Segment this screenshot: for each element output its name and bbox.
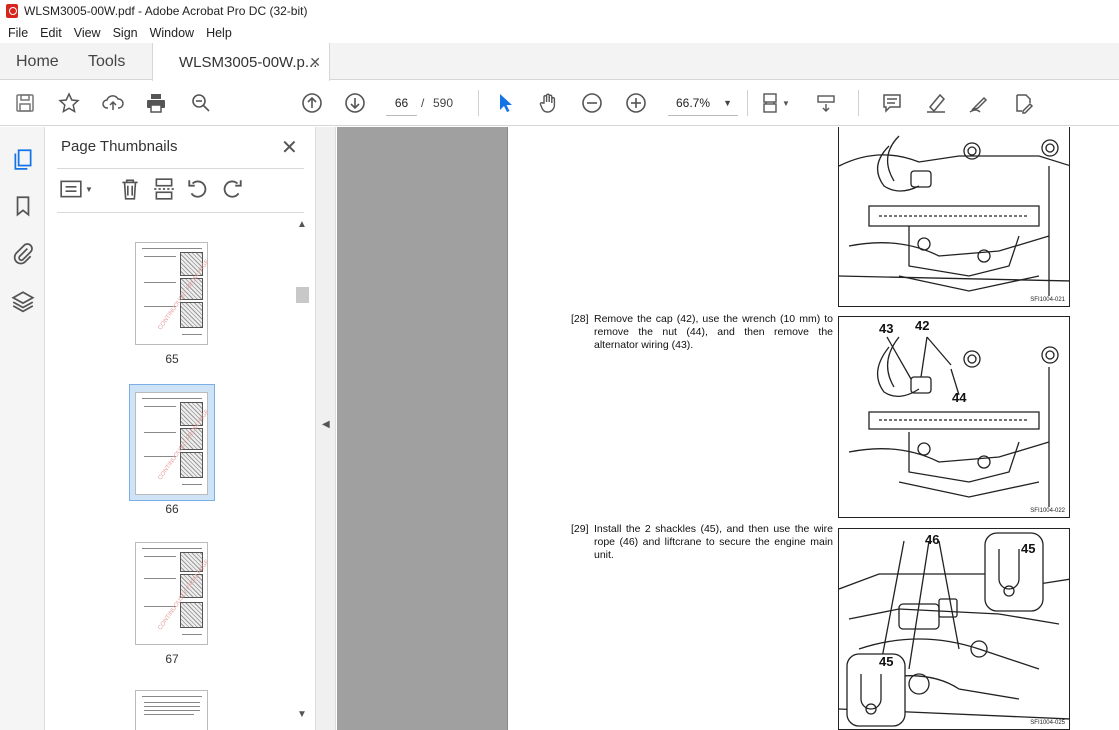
menu-bar: File Edit View Sign Window Help — [0, 22, 1119, 43]
step-28: [28] Remove the cap (42), use the wrench… — [571, 313, 833, 352]
callout-45: 45 — [1021, 541, 1036, 556]
thumbnail-content — [142, 696, 202, 730]
panel-close-button[interactable]: ✕ — [281, 135, 298, 160]
zoom-search-icon[interactable] — [189, 91, 213, 115]
page-separator: / — [421, 96, 425, 110]
scrollbar-thumb[interactable] — [296, 287, 309, 303]
window-title: WLSM3005-00W.pdf - Adobe Acrobat Pro DC … — [24, 4, 308, 18]
callout-42: 42 — [915, 318, 930, 333]
menu-help[interactable]: Help — [200, 26, 238, 40]
engine-drawing — [839, 532, 1069, 727]
upload-cloud-icon[interactable] — [101, 91, 125, 115]
panel-divider — [57, 212, 304, 213]
tab-bar: Home Tools WLSM3005-00W.p... ✕ — [0, 43, 1119, 81]
panel-collapse-handle[interactable]: ◀ — [316, 127, 336, 730]
thumbnail-label-67: 67 — [165, 652, 179, 666]
bookmark-star-icon[interactable] — [57, 91, 81, 115]
engine-drawing — [848, 336, 1059, 507]
toolbar-divider — [478, 90, 479, 116]
callout-46: 46 — [925, 532, 940, 547]
next-page-icon[interactable] — [343, 91, 367, 115]
thumbnail-content: CONTINUOUSLY FROM PAGE — [142, 548, 207, 636]
document-viewer[interactable]: SFI1004-021 [28] Remove the cap (42), us… — [337, 127, 1119, 730]
comment-icon[interactable] — [880, 91, 904, 115]
page-thumbnails-panel: Page Thumbnails ✕ ▼ ▲ ▼ CONTINUOUSLY FRO… — [45, 127, 316, 730]
rotate-clockwise-icon[interactable] — [220, 177, 244, 201]
edit-pdf-icon[interactable] — [1011, 91, 1035, 115]
callout-44: 44 — [952, 390, 967, 405]
thumbnail-page-65[interactable]: CONTINUOUSLY FROM PAGE — [135, 242, 208, 345]
tab-document[interactable]: WLSM3005-00W.p... ✕ — [152, 43, 330, 81]
tab-close-button[interactable]: ✕ — [309, 54, 321, 71]
menu-edit[interactable]: Edit — [34, 26, 68, 40]
chevron-down-icon: ▼ — [723, 98, 732, 108]
page-fit-caret-icon[interactable]: ▼ — [780, 91, 792, 115]
chevron-left-icon: ◀ — [322, 419, 330, 430]
zoom-in-icon[interactable] — [624, 91, 648, 115]
step-number: [28] — [571, 313, 589, 325]
callout-45-lower: 45 — [879, 654, 894, 669]
menu-file[interactable]: File — [2, 26, 34, 40]
thumbnail-label-66: 66 — [165, 502, 179, 516]
panel-divider — [57, 168, 304, 169]
thumbnail-page-67[interactable]: CONTINUOUSLY FROM PAGE — [135, 542, 208, 645]
tab-home[interactable]: Home — [16, 43, 59, 80]
previous-page-icon[interactable] — [300, 91, 324, 115]
thumbnail-page-66[interactable]: CONTINUOUSLY FROM PAGE — [135, 392, 208, 495]
thumbnail-content: CONTINUOUSLY FROM PAGE — [142, 248, 207, 336]
thumbnail-options-icon[interactable] — [59, 177, 83, 201]
menu-view[interactable]: View — [68, 26, 107, 40]
tab-tools[interactable]: Tools — [88, 43, 125, 80]
page-number-input[interactable]: 66 — [386, 90, 417, 116]
scroll-up-icon[interactable]: ▲ — [297, 219, 307, 230]
extract-pages-icon[interactable] — [152, 177, 176, 201]
select-cursor-icon[interactable] — [493, 91, 517, 115]
thumbnail-page-68[interactable] — [135, 690, 208, 730]
left-navigation-rail — [0, 127, 45, 730]
menu-window[interactable]: Window — [144, 26, 200, 40]
toolbar-divider — [747, 90, 748, 116]
callout-43: 43 — [879, 321, 894, 336]
thumbnail-content: CONTINUOUSLY FROM PAGE — [142, 398, 207, 486]
step-29: [29] Install the 2 shackles (45), and th… — [571, 523, 833, 562]
figure-alternator-wiring: 43 42 44 SFI1004-022 — [838, 316, 1070, 518]
acrobat-logo-icon — [6, 4, 18, 18]
step-text: Remove the cap (42), use the wrench (10 … — [594, 313, 833, 351]
toolbar-divider — [858, 90, 859, 116]
print-icon[interactable] — [144, 91, 168, 115]
panel-title: Page Thumbnails — [61, 138, 178, 155]
hand-tool-icon[interactable] — [536, 91, 560, 115]
page-total: 590 — [433, 96, 454, 110]
tab-document-label: WLSM3005-00W.p... — [179, 53, 318, 71]
figure-engine-top: SFI1004-021 — [838, 127, 1070, 307]
figure-shackles-wire-rope: 46 45 45 SFI1004-025 — [838, 528, 1070, 730]
save-icon[interactable] — [13, 91, 37, 115]
engine-drawing — [839, 135, 1069, 296]
highlight-pen-icon[interactable] — [924, 91, 948, 115]
zoom-out-icon[interactable] — [580, 91, 604, 115]
thumbnail-scrollbar[interactable]: ▲ ▼ — [295, 219, 309, 724]
rotate-counterclockwise-icon[interactable] — [186, 177, 210, 201]
pdf-page: SFI1004-021 [28] Remove the cap (42), us… — [507, 127, 1119, 730]
page-thumbnails-icon[interactable] — [11, 147, 35, 171]
step-text: Install the 2 shackles (45), and then us… — [594, 523, 833, 561]
scroll-mode-icon[interactable] — [814, 91, 838, 115]
step-number: [29] — [571, 523, 589, 535]
draw-sign-icon[interactable] — [967, 91, 991, 115]
scroll-down-icon[interactable]: ▼ — [297, 709, 307, 720]
bookmarks-icon[interactable] — [11, 194, 35, 218]
zoom-level-select[interactable]: 66.7% ▼ — [668, 90, 738, 116]
zoom-level-value: 66.7% — [676, 96, 711, 110]
menu-sign[interactable]: Sign — [107, 26, 144, 40]
layers-icon[interactable] — [11, 289, 35, 313]
attachments-icon[interactable] — [11, 241, 35, 265]
figure-code: SFI1004-021 — [1030, 297, 1065, 303]
figure-code: SFI1004-022 — [1030, 508, 1065, 514]
figure-code: SFI1004-025 — [1030, 720, 1065, 726]
thumbnail-label-65: 65 — [165, 352, 179, 366]
delete-page-icon[interactable] — [118, 177, 142, 201]
title-bar: WLSM3005-00W.pdf - Adobe Acrobat Pro DC … — [0, 0, 1119, 22]
thumbnail-options-caret-icon[interactable]: ▼ — [83, 177, 95, 201]
